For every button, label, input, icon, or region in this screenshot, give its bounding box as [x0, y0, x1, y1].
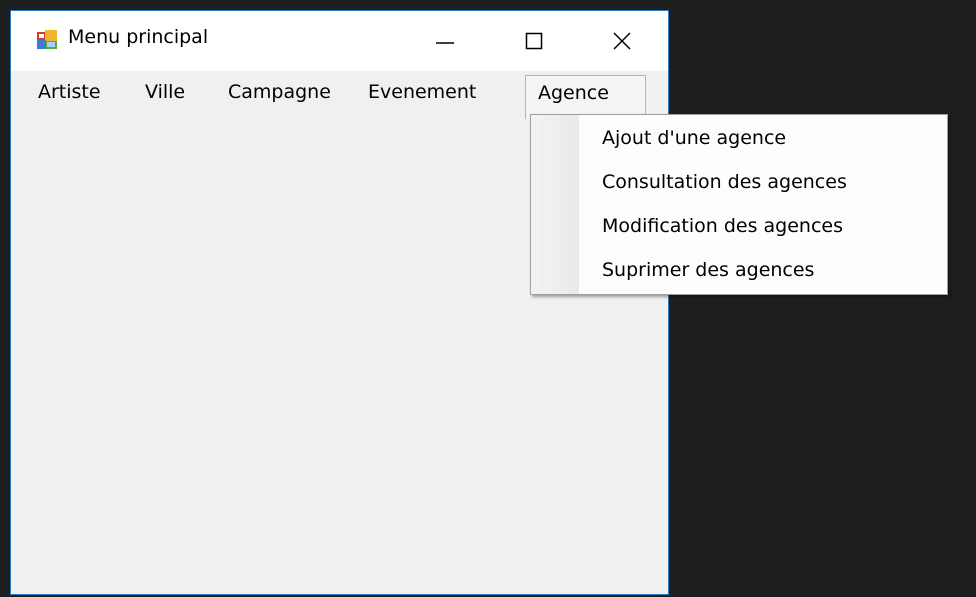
maximize-button[interactable]: [511, 11, 557, 71]
menu-item-ajout-agence[interactable]: Ajout d'une agence: [602, 127, 786, 149]
menu-bar: Artiste Ville Campagne Evenement Agence: [11, 71, 668, 119]
menu-item-suprimer-agences[interactable]: Suprimer des agences: [602, 259, 814, 281]
close-button[interactable]: [599, 11, 645, 71]
menu-agence[interactable]: Agence: [525, 75, 646, 119]
window-title: Menu principal: [68, 26, 209, 48]
maximize-icon: [525, 32, 543, 50]
form-app-icon: [37, 30, 57, 50]
menu-ville[interactable]: Ville: [145, 81, 185, 103]
minimize-button[interactable]: [422, 11, 468, 71]
main-window: Menu principal Artiste Ville Campagne Ev…: [10, 10, 669, 595]
minimize-icon: [436, 42, 454, 44]
menu-artiste[interactable]: Artiste: [38, 81, 101, 103]
menu-item-modification-agences[interactable]: Modification des agences: [602, 215, 843, 237]
title-bar[interactable]: Menu principal: [11, 11, 668, 71]
menu-evenement[interactable]: Evenement: [368, 81, 476, 103]
agence-dropdown-menu: Ajout d'une agence Consultation des agen…: [530, 114, 948, 295]
menu-item-consultation-agences[interactable]: Consultation des agences: [602, 171, 847, 193]
close-icon: [613, 32, 631, 50]
menu-campagne[interactable]: Campagne: [228, 81, 331, 103]
dropdown-icon-margin: [531, 115, 579, 294]
